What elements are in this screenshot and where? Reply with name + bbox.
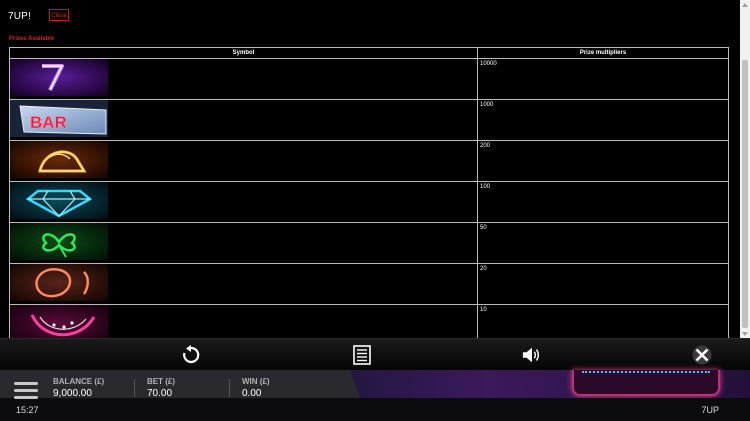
paytable-icon[interactable] — [352, 345, 372, 365]
prize-table: Symbol Prize multipliers 10000 BAR 1000 … — [9, 47, 729, 341]
symbol-cell — [9, 181, 478, 223]
symbol-column-header: Symbol — [9, 47, 478, 59]
win-value: 0.00 — [242, 388, 262, 399]
game-name: 7UP — [701, 405, 719, 415]
hud-status-bar — [0, 398, 750, 421]
symbol-cell — [9, 304, 478, 341]
balance-stat: BALANCE (£) 9,000.00 — [53, 377, 104, 399]
multiplier-cell: 200 — [477, 140, 729, 182]
table-row: 100 — [9, 181, 729, 223]
scroll-up-arrow-icon[interactable] — [742, 3, 748, 7]
scrollbar[interactable] — [740, 0, 750, 341]
table-row: BAR 1000 — [9, 99, 729, 141]
multiplier-cell: 10000 — [477, 58, 729, 100]
menu-icon[interactable] — [14, 382, 38, 400]
table-header-row: Symbol Prize multipliers — [9, 47, 729, 59]
prize-table-container[interactable]: Symbol Prize multipliers 10000 BAR 1000 … — [9, 47, 729, 341]
balance-label: BALANCE (£) — [53, 377, 105, 386]
scroll-down-arrow-icon[interactable] — [742, 332, 748, 336]
symbol-cell — [9, 140, 478, 182]
bet-stat[interactable]: BET (£) 70.00 — [147, 377, 175, 399]
clover-symbol-icon — [10, 223, 108, 260]
table-row: 50 — [9, 222, 729, 264]
symbol-cell — [9, 222, 478, 264]
sound-icon[interactable] — [522, 345, 542, 365]
title-bar: 7UP! — [8, 9, 31, 23]
win-stat: WIN (£) 0.00 — [242, 377, 270, 399]
multiplier-cell: 20 — [477, 263, 729, 305]
seven-symbol-icon — [10, 59, 108, 96]
bet-value: 70.00 — [147, 388, 173, 399]
table-row: 200 — [9, 140, 729, 182]
multiplier-cell: 100 — [477, 181, 729, 223]
bet-label: BET (£) — [147, 377, 175, 386]
prizes-heading: Prizes Available — [9, 36, 55, 42]
table-row: 20 — [9, 263, 729, 305]
multiplier-cell: 50 — [477, 222, 729, 264]
game-hud: BALANCE (£) 9,000.00 BET (£) 70.00 WIN (… — [0, 370, 750, 421]
win-label: WIN (£) — [242, 377, 270, 386]
bottom-toolbar — [0, 338, 750, 371]
balance-value: 9,000.00 — [53, 388, 92, 399]
window-title: 7UP! — [8, 10, 32, 22]
divider — [229, 379, 230, 397]
multiplier-cell: 1000 — [477, 99, 729, 141]
close-button[interactable]: Close — [49, 9, 69, 21]
symbol-cell — [9, 58, 478, 100]
bar-symbol-icon: BAR — [10, 100, 108, 137]
symbol-cell: BAR — [9, 99, 478, 141]
scrollbar-thumb[interactable] — [742, 60, 748, 328]
clock: 15:27 — [16, 405, 39, 415]
divider — [134, 379, 135, 397]
watermelon-symbol-icon — [10, 305, 108, 341]
table-row: 10 — [9, 304, 729, 341]
multiplier-cell: 10 — [477, 304, 729, 341]
svg-text:BAR: BAR — [30, 113, 67, 132]
multiplier-column-header: Prize multipliers — [477, 47, 729, 59]
table-row: 10000 — [9, 58, 729, 100]
symbol-cell — [9, 263, 478, 305]
replay-icon[interactable] — [181, 345, 201, 365]
bell-symbol-icon — [10, 141, 108, 178]
diamond-symbol-icon — [10, 182, 108, 219]
close-icon[interactable] — [692, 345, 712, 365]
plum-symbol-icon — [10, 264, 108, 301]
reel-frame-decoration — [572, 370, 720, 396]
